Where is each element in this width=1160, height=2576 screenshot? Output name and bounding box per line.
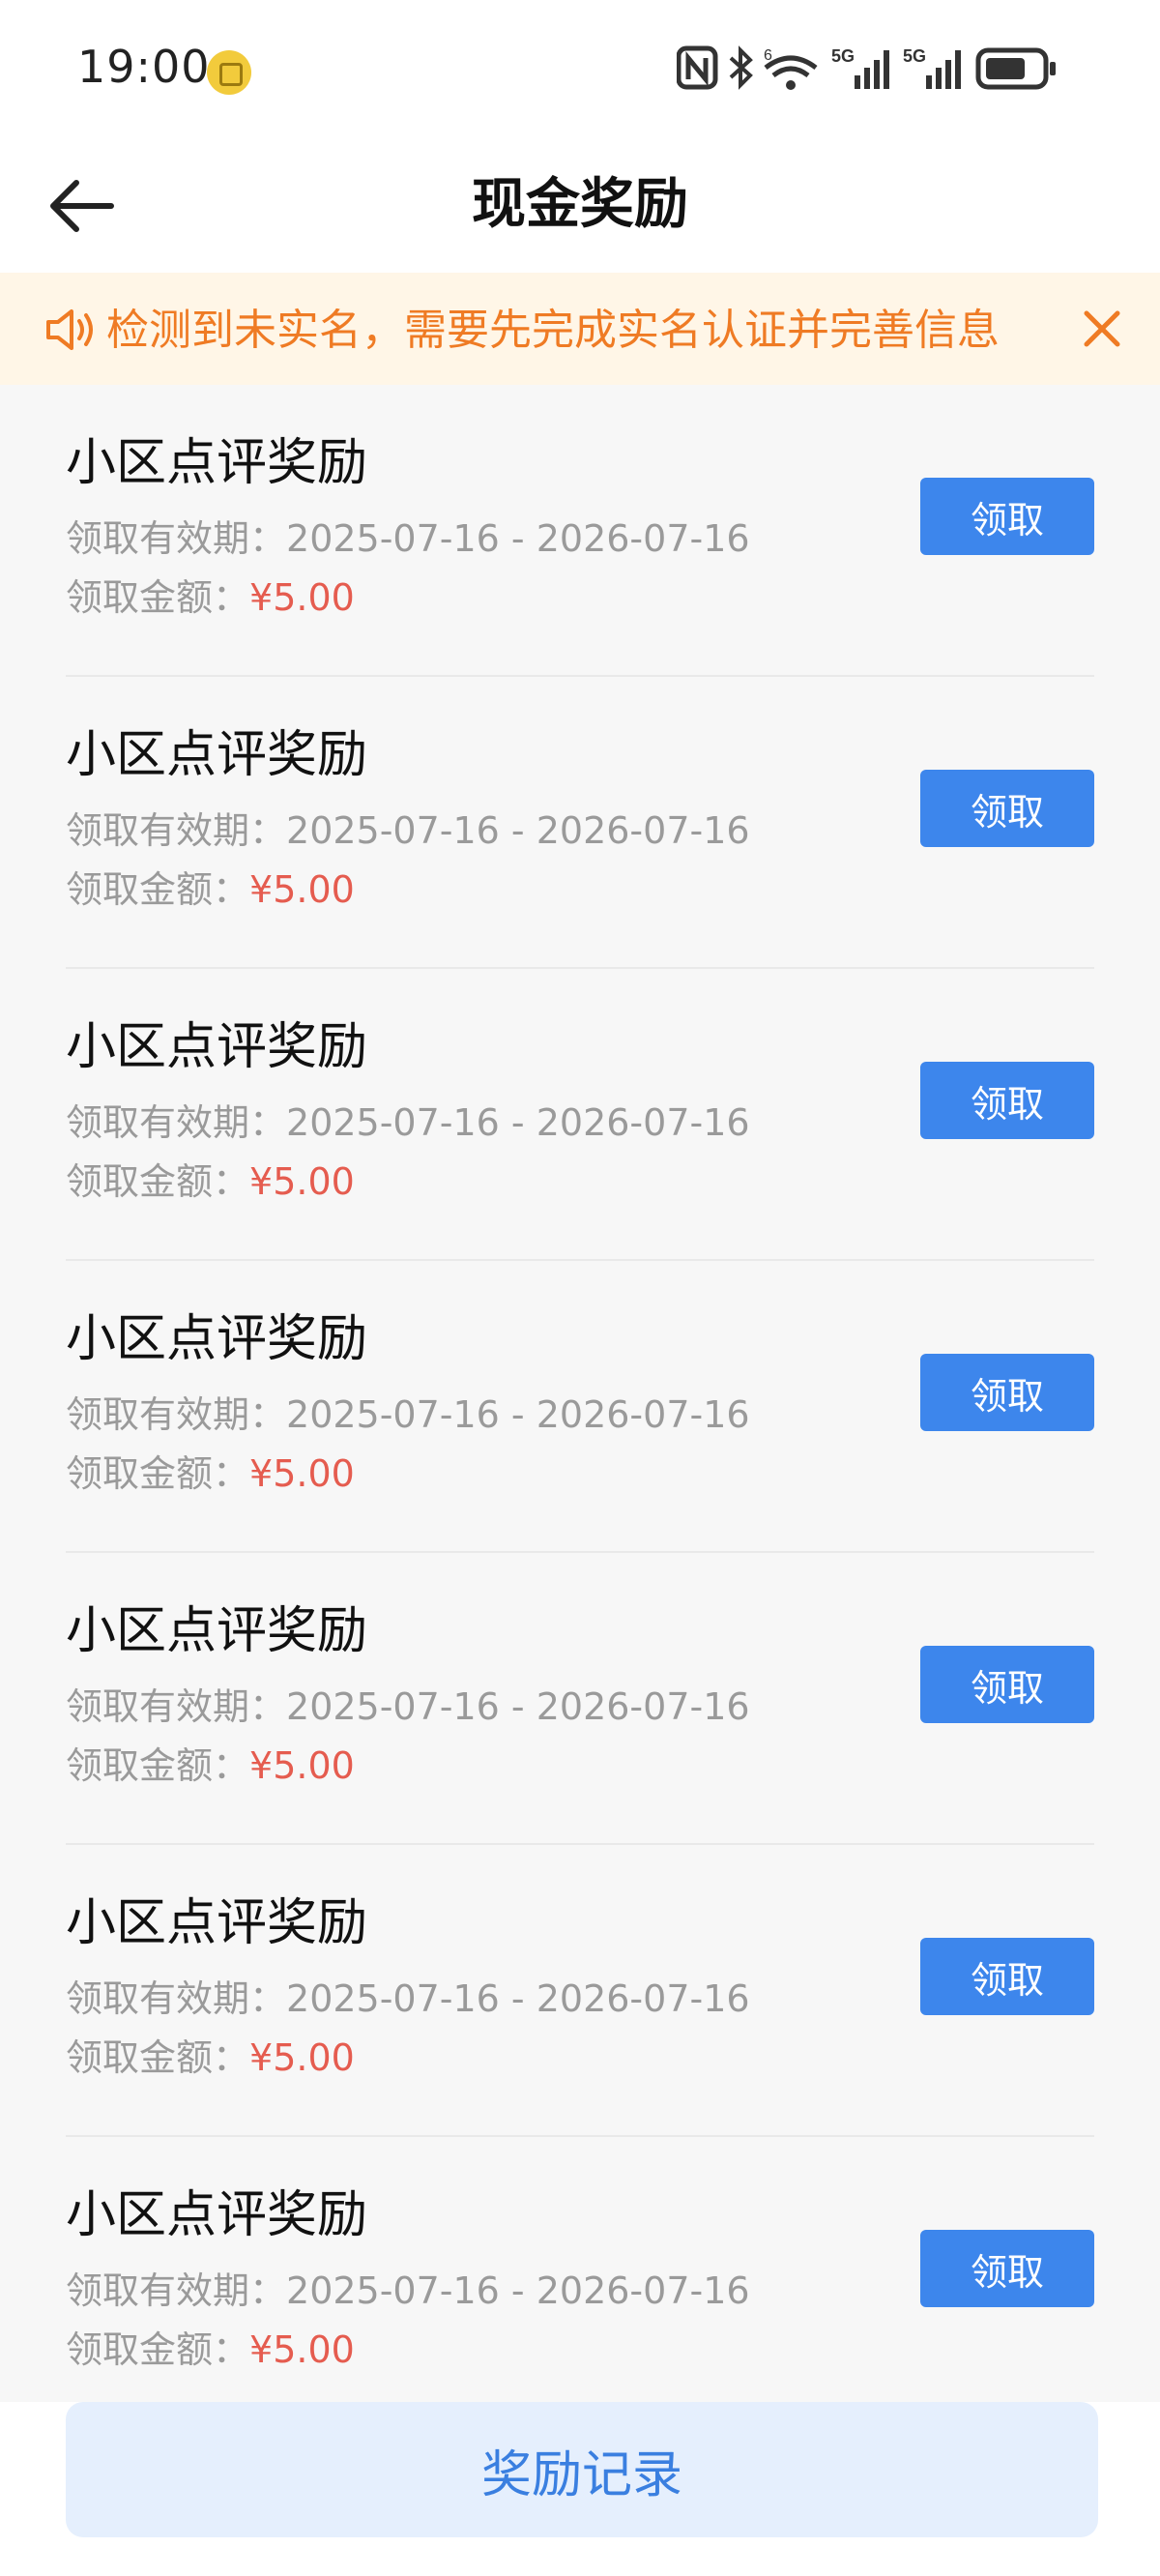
app-notification-icon xyxy=(207,50,251,95)
reward-amount: 领取金额：¥5.00 xyxy=(66,576,355,619)
nav-bar: 现金奖励 xyxy=(0,143,1160,273)
reward-period: 领取有效期：2025-07-16 - 2026-07-16 xyxy=(66,809,750,852)
nfc-icon xyxy=(677,45,718,90)
reward-amount: 领取金额：¥5.00 xyxy=(66,2328,355,2371)
bluetooth-icon xyxy=(729,45,753,90)
reward-amount: 领取金额：¥5.00 xyxy=(66,1160,355,1203)
list-item: 小区点评奖励 领取有效期：2025-07-16 - 2026-07-16 领取金… xyxy=(66,1261,1094,1553)
reward-period: 领取有效期：2025-07-16 - 2026-07-16 xyxy=(66,1101,750,1144)
battery-icon xyxy=(975,47,1056,90)
wifi-icon: 6 xyxy=(764,47,818,90)
claim-button[interactable]: 领取 xyxy=(920,1646,1094,1723)
reward-title: 小区点评奖励 xyxy=(66,1602,368,1660)
reward-amount: 领取金额：¥5.00 xyxy=(66,1744,355,1787)
reward-record-button[interactable]: 奖励记录 xyxy=(66,2402,1098,2537)
reward-period: 领取有效期：2025-07-16 - 2026-07-16 xyxy=(66,517,750,560)
close-icon[interactable] xyxy=(1079,306,1125,352)
status-time: 19:00 xyxy=(77,41,211,93)
reward-amount: 领取金额：¥5.00 xyxy=(66,2036,355,2079)
svg-text:5G: 5G xyxy=(903,46,926,66)
status-bar: 19:00 6 5G 5G xyxy=(0,0,1160,143)
reward-period: 领取有效期：2025-07-16 - 2026-07-16 xyxy=(66,1977,750,2020)
claim-button[interactable]: 领取 xyxy=(920,770,1094,847)
reward-title: 小区点评奖励 xyxy=(66,1310,368,1368)
list-item: 小区点评奖励 领取有效期：2025-07-16 - 2026-07-16 领取金… xyxy=(66,969,1094,1261)
claim-button[interactable]: 领取 xyxy=(920,1062,1094,1139)
list-item: 小区点评奖励 领取有效期：2025-07-16 - 2026-07-16 领取金… xyxy=(66,1845,1094,2137)
reward-title: 小区点评奖励 xyxy=(66,726,368,784)
signal-1-icon: 5G xyxy=(831,46,889,89)
reward-amount: 领取金额：¥5.00 xyxy=(66,868,355,911)
signal-2-icon: 5G xyxy=(903,46,961,89)
notice-banner: 检测到未实名，需要先完成实名认证并完善信息 xyxy=(0,273,1160,385)
reward-list: 小区点评奖励 领取有效期：2025-07-16 - 2026-07-16 领取金… xyxy=(0,385,1160,2429)
cash-reward-page: 19:00 6 5G 5G 现金奖励 检测到未实名，需要先完成实名认证并完善信息… xyxy=(0,0,1160,2576)
reward-period: 领取有效期：2025-07-16 - 2026-07-16 xyxy=(66,1685,750,1728)
claim-button[interactable]: 领取 xyxy=(920,1938,1094,2015)
svg-text:5G: 5G xyxy=(831,46,855,66)
list-item: 小区点评奖励 领取有效期：2025-07-16 - 2026-07-16 领取金… xyxy=(66,1553,1094,1845)
reward-title: 小区点评奖励 xyxy=(66,2186,368,2244)
reward-title: 小区点评奖励 xyxy=(66,1894,368,1952)
reward-period: 领取有效期：2025-07-16 - 2026-07-16 xyxy=(66,1393,750,1436)
claim-button[interactable]: 领取 xyxy=(920,1354,1094,1431)
reward-period: 领取有效期：2025-07-16 - 2026-07-16 xyxy=(66,2269,750,2312)
page-title: 现金奖励 xyxy=(472,173,688,236)
list-item: 小区点评奖励 领取有效期：2025-07-16 - 2026-07-16 领取金… xyxy=(66,677,1094,969)
status-icons: 6 5G 5G xyxy=(677,43,1083,97)
bottom-bar: 奖励记录 xyxy=(0,2402,1160,2576)
reward-amount: 领取金额：¥5.00 xyxy=(66,1452,355,1495)
list-item: 小区点评奖励 领取有效期：2025-07-16 - 2026-07-16 领取金… xyxy=(66,385,1094,677)
speaker-icon xyxy=(46,309,93,350)
claim-button[interactable]: 领取 xyxy=(920,478,1094,555)
reward-title: 小区点评奖励 xyxy=(66,1018,368,1076)
reward-title: 小区点评奖励 xyxy=(66,434,368,492)
notice-text: 检测到未实名，需要先完成实名认证并完善信息 xyxy=(106,306,1000,355)
claim-button[interactable]: 领取 xyxy=(920,2230,1094,2307)
list-item: 小区点评奖励 领取有效期：2025-07-16 - 2026-07-16 领取金… xyxy=(66,2137,1094,2429)
